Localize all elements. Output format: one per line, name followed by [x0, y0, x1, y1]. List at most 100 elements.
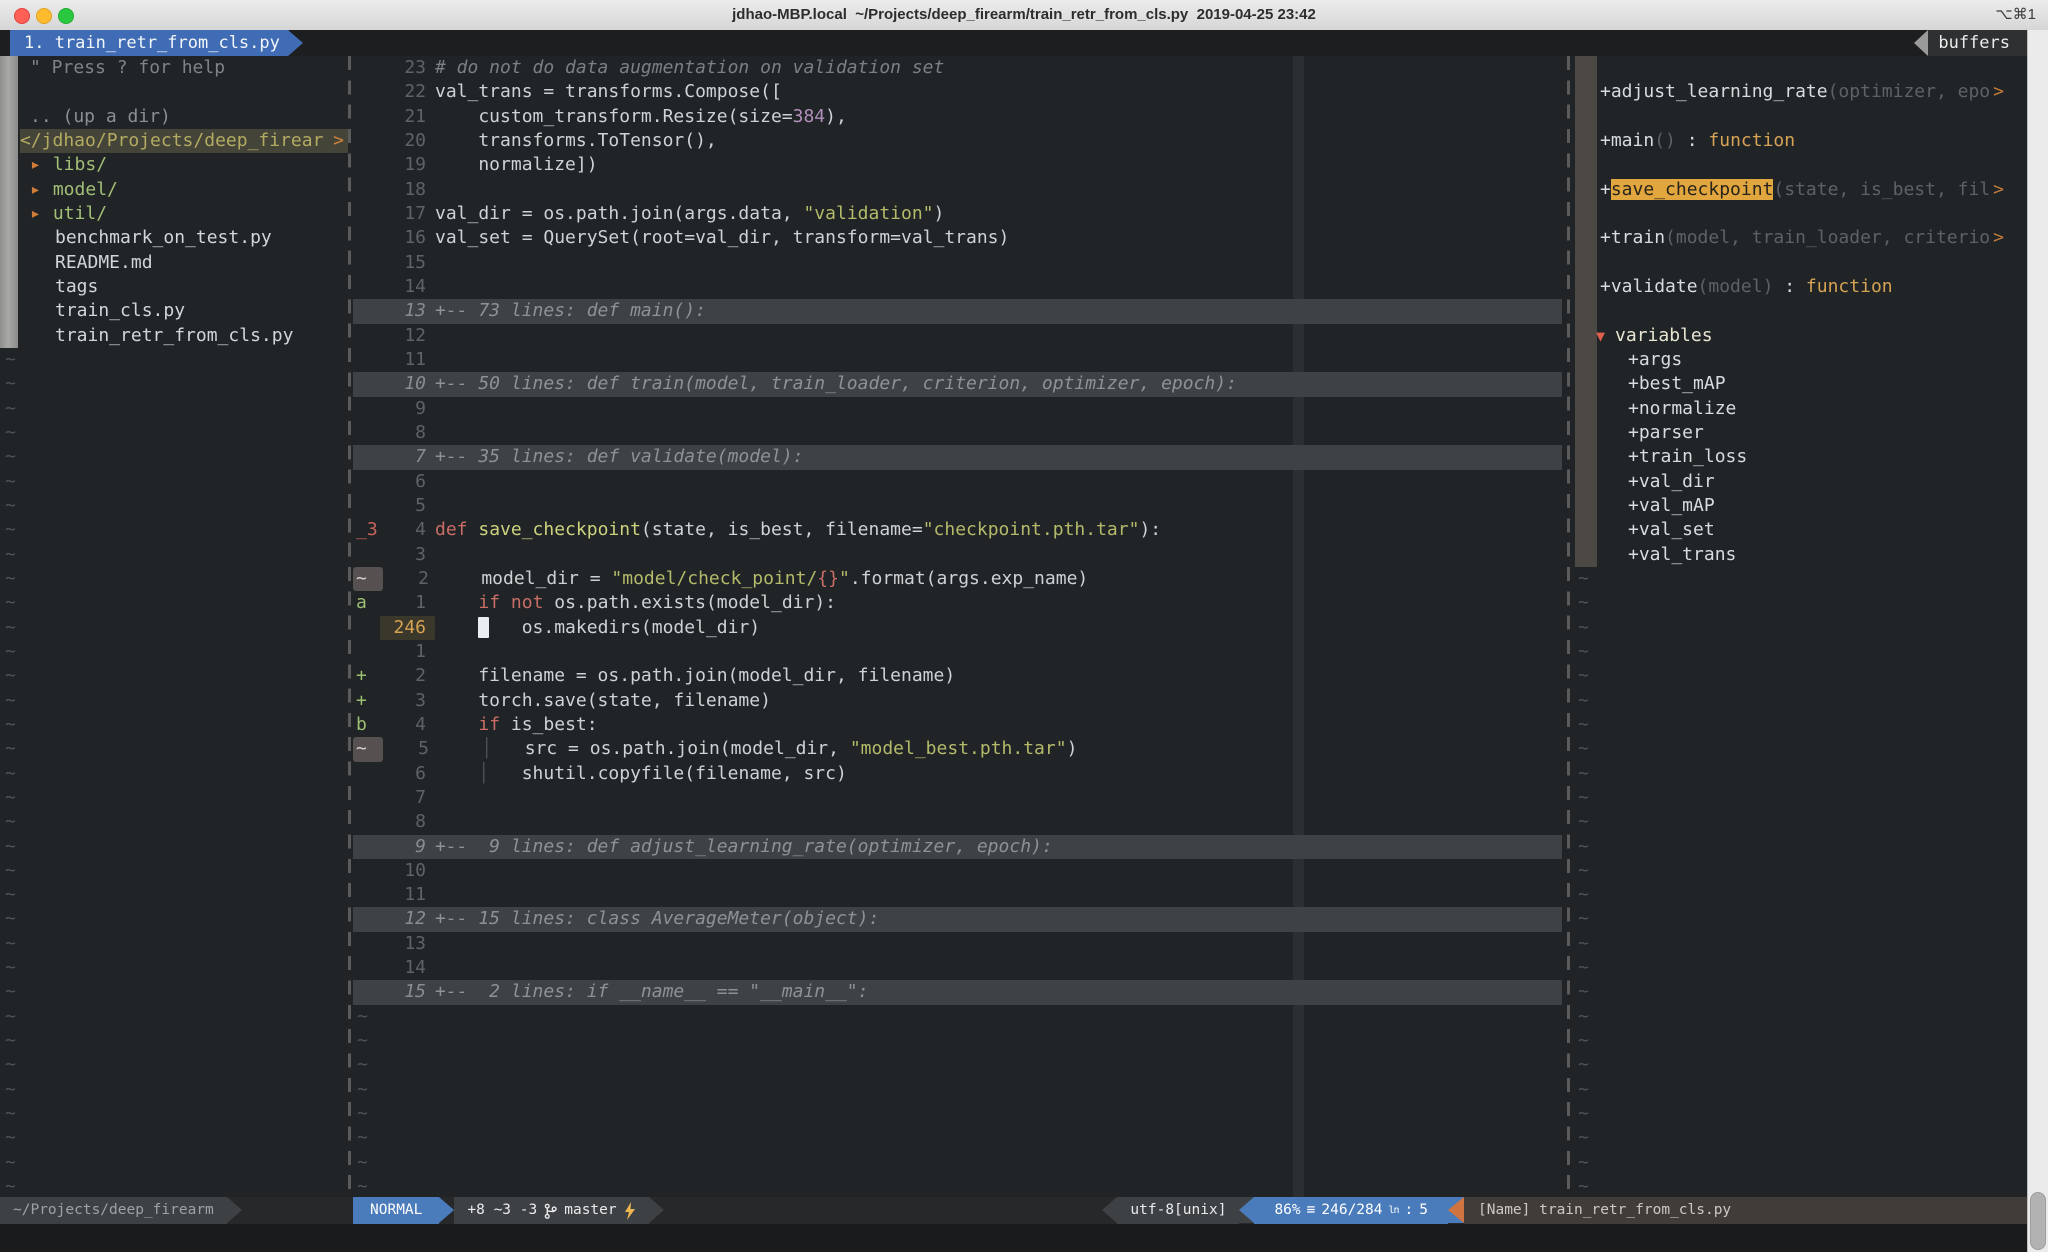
folded-region[interactable]: 12+-- 15 lines: class AverageMeter(objec… — [353, 907, 1562, 931]
code-line: 15 — [353, 251, 1568, 275]
tagbar-tag-validate[interactable]: +validate(model) : function — [1572, 275, 2028, 299]
empty-line-marker: ~ — [0, 1175, 348, 1197]
tagbar-variable-normalize[interactable]: +normalize — [1572, 397, 2028, 421]
nerdtree-dir-model[interactable]: ▸model/ — [0, 178, 348, 202]
folded-region[interactable]: 7+-- 35 lines: def validate(model): — [353, 445, 1562, 469]
vim-tab-bar: 1. train_retr_from_cls.py buffers — [0, 30, 2048, 56]
nerdtree-dir-util[interactable]: ▸util/ — [0, 202, 348, 226]
git-branch-name: master — [564, 1197, 616, 1224]
position-segment: 86% ≡ 246/284ln : 5 — [1254, 1197, 1448, 1224]
command-line[interactable] — [0, 1224, 2048, 1252]
tagbar-tag-main[interactable]: +main() : function — [1572, 129, 2028, 153]
nerdtree-up-dir[interactable]: .. (up a dir) — [0, 105, 348, 129]
tab-train-retr-from-cls[interactable]: 1. train_retr_from_cls.py — [10, 30, 288, 56]
tagbar-variable-args[interactable]: +args — [1572, 348, 2028, 372]
code-line: ~2 model_dir = "model/check_point/{}".fo… — [353, 567, 1568, 591]
right-scrollbar[interactable] — [2027, 30, 2048, 1252]
current-line-number: 246 — [380, 616, 435, 640]
tagbar-tag-save_checkpoint[interactable]: +save_checkpoint(state, is_best, fil> — [1572, 178, 2028, 202]
empty-line-marker: ~ — [1572, 1126, 2028, 1150]
tagbar-tag-train[interactable]: +train(model, train_loader, criterio> — [1572, 226, 2028, 250]
code-line[interactable]: 246 os.makedirs(model_dir) — [353, 616, 1568, 640]
line-number: 3 — [380, 543, 435, 567]
encoding-indicator: utf-8[unix] — [1117, 1197, 1239, 1224]
empty-line-marker: ~ — [0, 737, 348, 761]
tagbar-variable-parser[interactable]: +parser — [1572, 421, 2028, 445]
folded-region[interactable]: 15+-- 2 lines: if __name__ == "__main__"… — [353, 980, 1562, 1004]
code-line: 21 custom_transform.Resize(size=384), — [353, 105, 1568, 129]
line-number: 20 — [380, 129, 435, 153]
nerdtree-help-line: " Press ? for help — [0, 56, 348, 80]
empty-line-marker: ~ — [0, 1126, 348, 1150]
nerdtree-file-tags[interactable]: tags — [0, 275, 348, 299]
code-line: 22val_trans = transforms.Compose([ — [353, 80, 1568, 104]
tagbar-variable-val_dir[interactable]: +val_dir — [1572, 470, 2028, 494]
line-number: 5 — [383, 737, 438, 761]
tagbar-variable-val_trans[interactable]: +val_trans — [1572, 543, 2028, 567]
gutter-sign: + — [353, 689, 380, 713]
line-number: 18 — [380, 178, 435, 202]
line-number: 13 — [380, 932, 435, 956]
powerline-arrow-icon — [439, 1197, 454, 1223]
code-line: 18 — [353, 178, 1568, 202]
line-number: 9 — [380, 835, 435, 859]
line-number: 23 — [380, 56, 435, 80]
line-number: 2 — [380, 664, 435, 688]
cursor-block — [478, 617, 489, 638]
line-number: 5 — [380, 494, 435, 518]
powerline-arrow-icon — [1239, 1197, 1254, 1223]
empty-line-marker: ~ — [0, 640, 348, 664]
empty-line-marker: ~ — [0, 1151, 348, 1175]
code-line: 13 — [353, 932, 1568, 956]
empty-line-marker: ~ — [1572, 956, 2028, 980]
powerline-arrow-icon — [227, 1197, 242, 1223]
tagbar-blank-line — [1572, 251, 2028, 275]
tagbar-variable-best_mAP[interactable]: +best_mAP — [1572, 372, 2028, 396]
truncation-marker: > — [1993, 178, 2004, 202]
highlighted-tag: save_checkpoint — [1611, 179, 1774, 200]
line-number: 6 — [380, 762, 435, 786]
window-separator-left[interactable] — [348, 56, 351, 1197]
tagbar-blank-line — [1572, 299, 2028, 323]
tagbar-variable-val_mAP[interactable]: +val_mAP — [1572, 494, 2028, 518]
empty-line-marker: ~ — [0, 348, 348, 372]
empty-line-marker: ~ — [1572, 664, 2028, 688]
nerdtree-file-train_retr_from_cls-py[interactable]: train_retr_from_cls.py — [0, 324, 348, 348]
line-number: 2 — [383, 567, 438, 591]
truncation-marker: > — [1993, 226, 2004, 250]
lines-icon: ≡ — [1307, 1197, 1316, 1224]
tagbar-tag-adjust_learning_rate[interactable]: +adjust_learning_rate(optimizer, epo> — [1572, 80, 2028, 104]
folded-region[interactable]: 9+-- 9 lines: def adjust_learning_rate(o… — [353, 835, 1562, 859]
tagbar-section-variables[interactable]: ▼variables — [1572, 324, 2028, 348]
empty-line-marker: ~ — [0, 1053, 348, 1077]
empty-line-marker: ~ — [353, 1078, 1568, 1102]
folded-region[interactable]: 10+-- 50 lines: def train(model, train_l… — [353, 372, 1562, 396]
empty-line-marker: ~ — [0, 567, 348, 591]
folded-region[interactable]: 13+-- 73 lines: def main(): — [353, 299, 1562, 323]
empty-line-marker: ~ — [0, 543, 348, 567]
line-number: 1 — [380, 591, 435, 615]
empty-line-marker: ~ — [1572, 907, 2028, 931]
empty-line-marker: ~ — [0, 810, 348, 834]
line-number: 17 — [380, 202, 435, 226]
nerdtree-file-train_cls-py[interactable]: train_cls.py — [0, 299, 348, 323]
line-number: 7 — [380, 445, 435, 469]
buffers-label[interactable]: buffers — [1928, 30, 2028, 56]
line-number: 15 — [380, 251, 435, 275]
editor-area: " Press ? for help .. (up a dir)</jdhao/P… — [0, 56, 2048, 1197]
nerdtree-root-path[interactable]: </jdhao/Projects/deep_firear> — [20, 129, 348, 153]
statusline-fill: train_retr_from_cls.py python — [664, 1197, 1103, 1224]
tagbar-variable-train_loss[interactable]: +train_loss — [1572, 445, 2028, 469]
right-scrollbar-thumb[interactable] — [2030, 1192, 2046, 1250]
nerdtree-file-benchmark_on_test-py[interactable]: benchmark_on_test.py — [0, 226, 348, 250]
window-title: jdhao-MBP.local ~/Projects/deep_firearm/… — [0, 0, 2048, 30]
code-editor[interactable]: 23# do not do data augmentation on valid… — [353, 56, 1568, 1197]
line-number: 22 — [380, 80, 435, 104]
nerdtree-dir-libs[interactable]: ▸libs/ — [0, 153, 348, 177]
tagbar-variable-val_set[interactable]: +val_set — [1572, 518, 2028, 542]
tagbar-statusline: [Name] train_retr_from_cls.py — [1464, 1197, 2028, 1224]
empty-line-marker: ~ — [1572, 1078, 2028, 1102]
empty-line-marker: ~ — [1572, 689, 2028, 713]
gutter-sign: _3 — [353, 518, 380, 542]
nerdtree-file-README-md[interactable]: README.md — [0, 251, 348, 275]
